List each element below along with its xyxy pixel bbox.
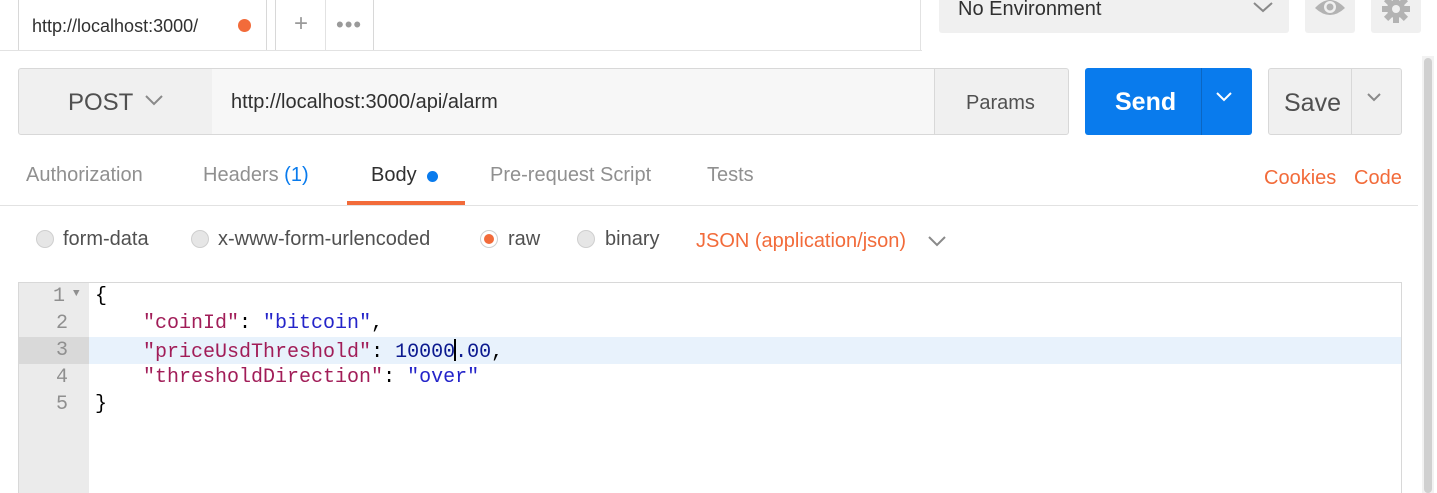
send-options-chevron-icon[interactable] [1214, 90, 1234, 109]
radio-binary-label[interactable]: binary [605, 228, 659, 251]
tab-pre-request-script[interactable]: Pre-request Script [490, 164, 651, 187]
save-label: Save [1284, 89, 1341, 117]
radio-form-data-label[interactable]: form-data [63, 228, 149, 251]
tab-authorization[interactable]: Authorization [26, 164, 143, 187]
url-input[interactable]: http://localhost:3000/api/alarm [212, 68, 935, 135]
headers-count-badge: (1) [284, 164, 309, 186]
line-number: 1 [52, 285, 65, 308]
json-string: "bitcoin" [263, 312, 372, 335]
code-text: "thresholdDirection": "over" [143, 366, 480, 389]
code-line: 4 "thresholdDirection": "over" [19, 364, 1401, 391]
request-tab-label: http://localhost:3000/ [32, 16, 199, 36]
line-number-cell: 2 [19, 310, 89, 337]
body-editor[interactable]: 1 ▼ { 2 "coinId": "bitcoin", 3 "priceUsdT… [18, 282, 1402, 493]
line-number-cell: 1 ▼ [19, 283, 89, 310]
send-button[interactable]: Send [1085, 68, 1252, 135]
gear-icon [1381, 0, 1411, 29]
divider [325, 0, 326, 51]
json-string: "over" [407, 366, 480, 389]
json-punct: , [371, 312, 384, 335]
tab-body[interactable]: Body [371, 164, 417, 187]
json-key: "coinId" [143, 312, 240, 335]
tab-headers-label: Headers [203, 164, 279, 186]
environment-quick-look-button[interactable] [1305, 0, 1355, 33]
request-subtabs: Authorization Headers (1) Body Pre-reque… [0, 150, 1437, 206]
divider [0, 50, 922, 51]
json-number: 10000 [395, 341, 456, 364]
code-line: 2 "coinId": "bitcoin", [19, 310, 1401, 337]
settings-button[interactable] [1371, 0, 1421, 33]
scrollbar-thumb[interactable] [1424, 58, 1432, 493]
fold-caret-icon[interactable]: ▼ [73, 288, 80, 300]
cookies-link[interactable]: Cookies [1264, 167, 1336, 190]
json-key: "thresholdDirection" [143, 366, 384, 389]
content-type-select[interactable]: JSON (application/json) [696, 230, 906, 253]
line-number: 4 [55, 366, 68, 389]
radio-urlencoded-label[interactable]: x-www-form-urlencoded [218, 228, 430, 251]
method-select[interactable]: POST [18, 68, 213, 135]
code-line-active: 3 "priceUsdThreshold": 10000.00, [19, 337, 1401, 364]
unsaved-dot-icon [238, 19, 251, 32]
line-number: 2 [55, 312, 68, 335]
divider [0, 205, 1418, 206]
send-label: Send [1115, 88, 1177, 116]
code-text: "priceUsdThreshold": 10000.00, [143, 339, 504, 364]
line-number: 3 [55, 339, 68, 362]
save-button[interactable]: Save [1268, 68, 1402, 135]
radio-urlencoded[interactable] [191, 230, 209, 248]
params-label: Params [966, 92, 1035, 114]
chevron-down-icon [1252, 0, 1274, 19]
chevron-down-icon[interactable] [927, 234, 947, 253]
divider [1351, 69, 1352, 134]
radio-raw[interactable] [480, 230, 498, 248]
line-number-cell: 3 [19, 337, 89, 364]
url-text: http://localhost:3000/api/alarm [231, 91, 498, 113]
radio-raw-label[interactable]: raw [508, 228, 540, 251]
divider [1201, 68, 1202, 135]
radio-form-data[interactable] [36, 230, 54, 248]
tab-actions: + ••• [275, 0, 374, 51]
code-text: "coinId": "bitcoin", [143, 312, 384, 335]
tab-tests[interactable]: Tests [707, 164, 754, 187]
line-number-cell: 5 [19, 391, 89, 418]
body-type-options: form-data x-www-form-urlencoded raw bina… [0, 222, 1437, 258]
divider [920, 0, 921, 50]
radio-binary[interactable] [577, 230, 595, 248]
save-options-chevron-icon[interactable] [1365, 91, 1383, 110]
environment-select[interactable]: No Environment [939, 0, 1289, 33]
new-tab-plus-icon[interactable]: + [291, 10, 311, 38]
line-number: 5 [55, 393, 68, 416]
eye-icon [1313, 0, 1347, 25]
chevron-down-icon [144, 93, 164, 112]
code-line: 5 } [19, 391, 1401, 418]
environment-label: No Environment [958, 0, 1102, 20]
params-button[interactable]: Params [934, 68, 1069, 135]
json-key: "priceUsdThreshold" [143, 341, 372, 364]
request-tab[interactable]: http://localhost:3000/ [18, 0, 267, 51]
code-line: 1 ▼ { [19, 283, 1401, 310]
more-tabs-icon[interactable]: ••• [336, 12, 362, 38]
body-indicator-dot-icon [427, 171, 438, 182]
line-number-cell: 4 [19, 364, 89, 391]
tab-headers[interactable]: Headers (1) [203, 164, 309, 187]
tab-bar: http://localhost:3000/ + ••• No Environm… [0, 0, 1437, 52]
method-label: POST [68, 89, 134, 116]
json-punct: , [491, 341, 504, 364]
code-text: { [95, 285, 108, 308]
json-number: .00 [455, 341, 492, 364]
code-text: } [95, 393, 108, 416]
code-link[interactable]: Code [1354, 167, 1402, 190]
